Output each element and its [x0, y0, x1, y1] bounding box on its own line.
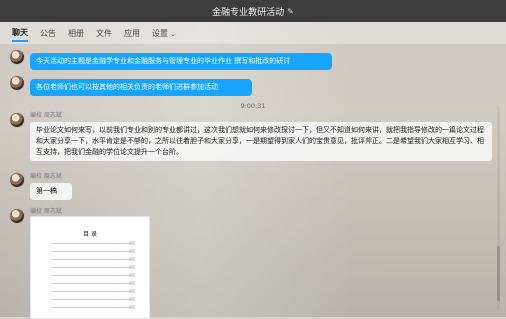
document-title: 目 录: [83, 231, 97, 238]
document-leader-dots: [107, 259, 125, 260]
sender-name: 编校 周志斌: [30, 173, 62, 180]
window-title: 金融专业教研活动: [212, 7, 285, 18]
tab-album[interactable]: 相册: [68, 26, 84, 41]
document-leader-dots: [107, 267, 125, 268]
document-page-number: [129, 249, 135, 253]
document-leader-dots: [107, 251, 125, 252]
chat-message-text: 今天活动的主题是金融学专业和金融服务与管理专业的毕业作业 撰写和批改的研讨: [36, 57, 291, 65]
document-preview[interactable]: 目 录: [30, 216, 150, 319]
document-page-number: [129, 305, 135, 309]
document-leader-dots: [107, 243, 125, 244]
tab-announcements[interactable]: 公告: [40, 26, 56, 41]
sender-name: 编校 周志斌: [30, 112, 62, 119]
tab-settings[interactable]: 设置 ⌄: [152, 26, 176, 41]
chat-message[interactable]: 今天活动的主题是金融学专业和金融服务与管理专业的毕业作业 撰写和批改的研讨: [30, 53, 332, 70]
chat-message-text: 各位老师们也可以按其他的相关负责的老师们进群参加活动: [36, 83, 218, 91]
tab-bar: 聊天 公告 相册 文件 应用 设置 ⌄: [0, 22, 506, 45]
avatar[interactable]: [10, 76, 24, 90]
avatar[interactable]: [10, 113, 24, 127]
chat-history[interactable]: 今天活动的主题是金融学专业和金融服务与管理专业的毕业作业 撰写和批改的研讨 各位…: [0, 44, 506, 319]
document-leader-dots: [107, 307, 125, 308]
avatar[interactable]: [10, 50, 24, 64]
chat-message-text: 第一稿: [36, 187, 57, 195]
avatar[interactable]: [10, 209, 24, 223]
chat-message[interactable]: 毕业论文如何来写，以前我们专业和别的专业都讲过，这次我们想就如何来修改探讨一下，…: [30, 122, 492, 161]
document-page-number: [129, 257, 135, 261]
chat-message-text: 毕业论文如何来写，以前我们专业和别的专业都讲过，这次我们想就如何来修改探讨一下，…: [36, 126, 484, 156]
tab-settings-label: 设置: [152, 28, 168, 38]
chat-message[interactable]: 第一稿: [30, 183, 72, 200]
document-page-number: [129, 281, 135, 285]
window-titlebar: 金融专业教研活动 ✎: [0, 0, 506, 22]
document-page-number: [129, 265, 135, 269]
document-page-number: [129, 273, 135, 277]
document-leader-dots: [107, 275, 125, 276]
tab-chat[interactable]: 聊天: [12, 25, 28, 42]
chevron-down-icon: ⌄: [170, 29, 176, 38]
document-leader-dots: [107, 291, 125, 292]
sender-name: 编校 周志斌: [30, 208, 62, 215]
scrollbar-thumb[interactable]: [497, 246, 500, 301]
edit-icon[interactable]: ✎: [287, 7, 294, 16]
tab-files[interactable]: 文件: [96, 26, 112, 41]
tab-apps[interactable]: 应用: [124, 26, 140, 41]
document-page-number: [129, 241, 135, 245]
message-timestamp: 9:00:31: [240, 102, 266, 110]
chat-message[interactable]: 各位老师们也可以按其他的相关负责的老师们进群参加活动: [30, 79, 252, 96]
document-page-number: [129, 289, 135, 293]
document-page-number: [129, 297, 135, 301]
scrollbar[interactable]: [497, 106, 500, 311]
avatar[interactable]: [10, 173, 24, 187]
document-leader-dots: [107, 299, 125, 300]
document-leader-dots: [107, 283, 125, 284]
document-page: 目 录: [37, 223, 143, 312]
